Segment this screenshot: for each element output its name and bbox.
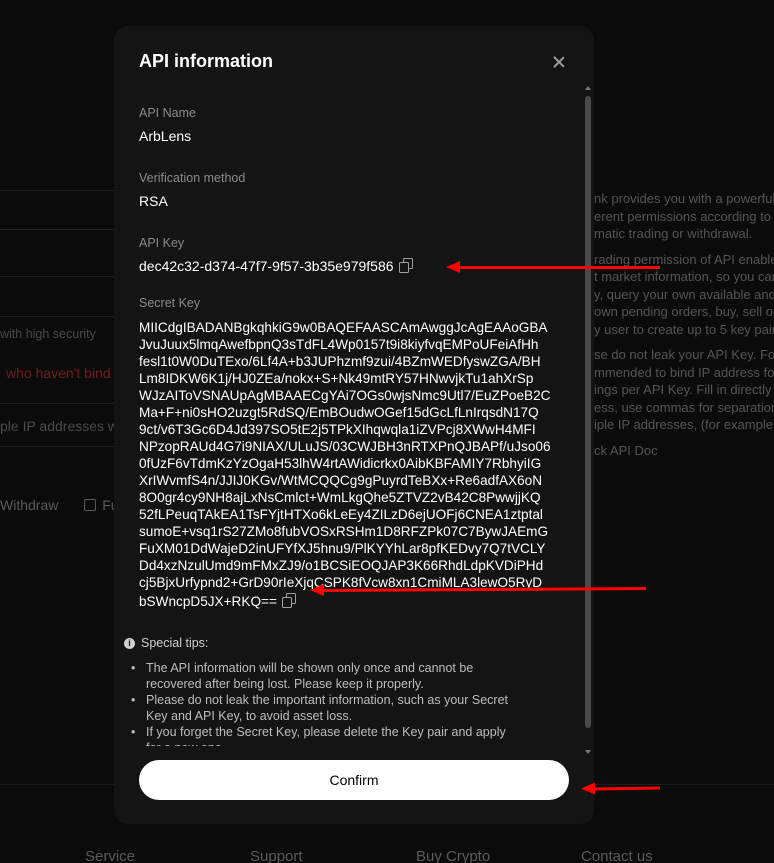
secret-key-last-row: bSWncpD5JX+RKQ== [139, 593, 559, 610]
bind-warning: who haven't bind [6, 365, 111, 381]
secret-key-label: Secret Key [139, 296, 201, 310]
secret-key-line: MIICdgIBADANBgkqhkiG9w0BAQEFAASCAmAwggJc… [139, 320, 548, 335]
secret-key-line: Dd4xzNzulUmd9mFMxZJ9/o1BCSiEOQJAP3K66Rhd… [139, 558, 544, 573]
secret-key-line: JvuJuux5lmqAwefbpnQ3sTdFL4Wp0157t9i8kiyf… [139, 337, 539, 352]
annotation-arrow-api-key [446, 261, 660, 273]
modal-content: API Name ArbLens Verification method RSA… [139, 106, 569, 637]
desc-line: ess, use commas for separation w [594, 399, 774, 415]
desc-line: se do not leak your API Key. For se [594, 347, 774, 362]
tips-list: The API information will be shown only o… [124, 660, 534, 746]
footer-service[interactable]: Service [85, 848, 135, 863]
close-icon[interactable] [549, 52, 569, 72]
secret-key-line: sumoE+vsq1rS27ZMo8fubVOSxRSHm1D8RFZPk07C… [139, 524, 549, 539]
desc-line: nk provides you with a powerful A [594, 191, 774, 206]
secret-key-line: bSWncpD5JX+RKQ== [139, 594, 277, 609]
secret-key-line: FuXM01DdWajeD2inUFYfXJ5hnu9/PlKYYhLar8pf… [139, 541, 546, 556]
secret-key-field: Secret Key MIICdgIBADANBgkqhkiG9w0BAQEFA… [139, 296, 569, 610]
footer-buy-crypto[interactable]: Buy Crypto [416, 848, 490, 863]
api-key-value: dec42c32-d374-47f7-9f57-3b35e979f586 [139, 258, 394, 274]
tip-item: The API information will be shown only o… [124, 660, 519, 692]
info-icon: i [124, 637, 135, 649]
api-name-value: ArbLens [139, 128, 192, 144]
api-description: nk provides you with a powerful A erent … [594, 190, 774, 459]
desc-line: y, query your own available and b [594, 286, 774, 302]
secret-key-line: NPzopRAUd4G7i9NIAX/ULuJS/03CWJBH3nRTXPnQ… [139, 439, 551, 454]
verification-value: RSA [139, 193, 168, 209]
api-name-label: API Name [139, 106, 196, 120]
api-information-modal: API information API Name ArbLens Verific… [114, 26, 594, 824]
scroll-thumb[interactable] [585, 96, 591, 728]
verification-label: Verification method [139, 171, 246, 185]
withdraw-label: Withdraw [0, 497, 59, 513]
confirm-button[interactable]: Confirm [139, 760, 569, 800]
secret-key-line: WJzAIToVSNAUpAgMBAAECgYAi7OGs0wjsNmc9Utl… [139, 388, 551, 403]
desc-line: erent permissions according to you [594, 208, 774, 224]
special-tips: i Special tips: The API information will… [124, 636, 534, 746]
secret-key-line: 8O0gr4cy9NH8ajLxNsCmlct+WmLkgQhe5ZTVZ2vB… [139, 490, 541, 505]
modal-scrollbar[interactable] [582, 84, 594, 754]
secret-key-value: MIICdgIBADANBgkqhkiG9w0BAQEFAASCAmAwggJc… [139, 319, 559, 610]
tips-title: Special tips: [141, 636, 209, 650]
verification-field: Verification method RSA [139, 171, 569, 209]
api-name-field: API Name ArbLens [139, 106, 569, 144]
ip-address-input[interactable]: ple IP addresses wi [0, 418, 121, 434]
secret-key-line: 9ct/v6T3Gc6D4Jd397SO5tE2j5TPkXIhqwqla1iZ… [139, 422, 536, 437]
secret-key-line: Lm8IDKW6K1j/HJ0ZEa/nokx+S+Nk49mtRY57HNwv… [139, 371, 534, 386]
desc-line: ings per API Key. Fill in directly w [594, 382, 774, 397]
tip-item: Please do not leak the important informa… [124, 692, 519, 724]
desc-line: matic trading or withdrawal. [594, 226, 753, 241]
footer-contact-us[interactable]: Contact us [581, 848, 653, 863]
withdraw-permission[interactable]: Withdraw Fu [0, 497, 119, 513]
api-key-label: API Key [139, 236, 185, 250]
secret-key-line: 0fUzF6vTdmKzYzOgaH53lhW4rtAWidicrkx0AibK… [139, 456, 542, 471]
copy-icon[interactable] [398, 258, 414, 274]
footer-support[interactable]: Support [250, 848, 303, 863]
api-doc-link[interactable]: ck API Doc [594, 442, 774, 460]
security-text: with high security [0, 327, 96, 341]
tips-header: i Special tips: [124, 636, 534, 650]
desc-line: iple IP addresses, (for example: 19 [594, 417, 774, 432]
desc-line: t market information, so you can [594, 269, 774, 284]
checkbox-icon[interactable] [84, 499, 97, 511]
desc-line: y user to create up to 5 key pairs. [594, 321, 774, 337]
secret-key-line: fesl1t0W0DuTExo/6Lf4A+b3JUPhzmf9zui/4BZm… [139, 354, 541, 369]
tip-item: If you forget the Secret Key, please del… [124, 724, 519, 746]
modal-title: API information [139, 51, 273, 71]
secret-key-line: XrIWvmfS4n/JJIJ0KGv/WtMCQQCg9gPuyrdTeBXx… [139, 473, 543, 488]
scroll-down-icon[interactable] [585, 750, 591, 754]
secret-key-line: 52fLPeuqTAkEA1TsFYjtHTXo6kLeEy4ZILzD6ejU… [139, 507, 543, 522]
desc-line: mmended to bind IP address for A [594, 364, 774, 380]
secret-key-line: Ma+F+ni0sHO2uzgt5RdSQ/EmBOudwOGef15dGcLf… [139, 405, 539, 420]
desc-line: own pending orders, buy, sell or [594, 304, 774, 319]
scroll-up-icon[interactable] [585, 86, 591, 90]
copy-icon[interactable] [281, 593, 297, 609]
